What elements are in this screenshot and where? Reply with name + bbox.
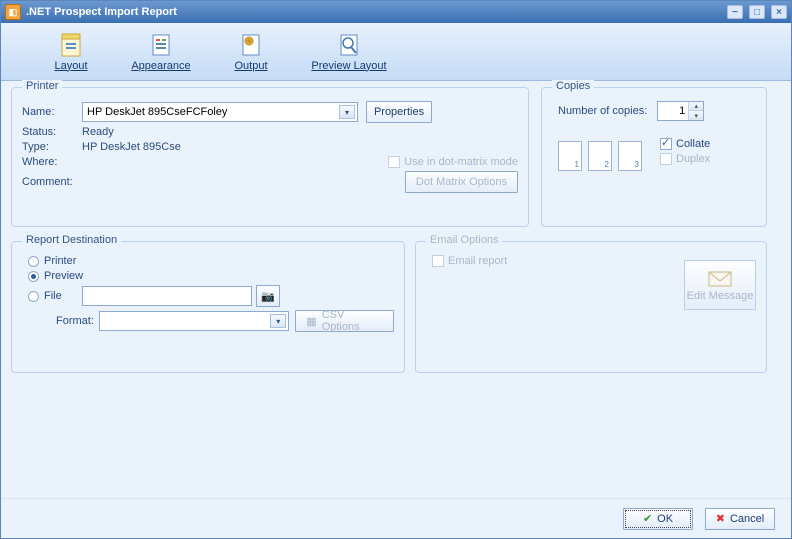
num-copies-label: Number of copies: bbox=[558, 105, 647, 117]
window-frame: ◧ .NET Prospect Import Report − □ × Layo… bbox=[0, 0, 792, 539]
email-report-label: Email report bbox=[448, 255, 507, 267]
dotmatrix-label: Use in dot-matrix mode bbox=[404, 156, 518, 168]
spin-down[interactable]: ▾ bbox=[689, 111, 703, 120]
where-label: Where: bbox=[22, 156, 82, 168]
toolbar-label: Output bbox=[234, 60, 267, 72]
output-icon bbox=[239, 32, 263, 58]
cancel-button[interactable]: ✖ Cancel bbox=[705, 508, 775, 530]
dest-preview-radio[interactable] bbox=[28, 271, 39, 282]
collate-checkbox[interactable] bbox=[660, 138, 672, 150]
destination-legend: Report Destination bbox=[22, 234, 121, 246]
collate-label: Collate bbox=[676, 138, 710, 150]
app-icon: ◧ bbox=[5, 4, 21, 20]
minimize-button[interactable]: − bbox=[727, 5, 743, 19]
format-combo[interactable]: ▾ bbox=[99, 311, 290, 331]
toolbar-label: Preview Layout bbox=[311, 60, 386, 72]
toolbar-appearance[interactable]: Appearance bbox=[125, 32, 197, 72]
dest-file-input[interactable] bbox=[82, 286, 252, 306]
email-report-checkbox bbox=[432, 255, 444, 267]
collate-illustration: 1 2 3 bbox=[558, 141, 642, 171]
dotmatrix-checkbox bbox=[388, 156, 400, 168]
toolbar-output[interactable]: Output bbox=[215, 32, 287, 72]
printer-name-value: HP DeskJet 895CseFCFoley bbox=[87, 106, 227, 118]
window-title: .NET Prospect Import Report bbox=[26, 6, 177, 18]
name-label: Name: bbox=[22, 106, 82, 118]
browse-file-button[interactable]: 📷 bbox=[256, 285, 280, 307]
spin-up[interactable]: ▴ bbox=[689, 102, 703, 111]
printer-group: Printer Name: HP DeskJet 895CseFCFoley ▾… bbox=[11, 87, 529, 227]
titlebar[interactable]: ◧ .NET Prospect Import Report − □ × bbox=[1, 1, 791, 23]
body: Printer Name: HP DeskJet 895CseFCFoley ▾… bbox=[1, 81, 791, 498]
format-label: Format: bbox=[56, 315, 99, 327]
ok-button[interactable]: ✔ OK bbox=[623, 508, 693, 530]
maximize-button[interactable]: □ bbox=[749, 5, 765, 19]
printer-legend: Printer bbox=[22, 80, 62, 92]
duplex-checkbox bbox=[660, 153, 672, 165]
layout-icon bbox=[59, 32, 83, 58]
folder-icon: 📷 bbox=[261, 290, 275, 303]
type-label: Type: bbox=[22, 141, 82, 153]
dest-printer-radio[interactable] bbox=[28, 256, 39, 267]
destination-group: Report Destination Printer Preview File … bbox=[11, 241, 405, 373]
x-icon: ✖ bbox=[716, 512, 725, 525]
chevron-down-icon[interactable]: ▾ bbox=[270, 314, 286, 328]
num-copies-spinner[interactable]: ▴ ▾ bbox=[657, 101, 704, 121]
close-button[interactable]: × bbox=[771, 5, 787, 19]
email-group: Email Options Email report Edit Message bbox=[415, 241, 767, 373]
status-label: Status: bbox=[22, 126, 82, 138]
email-legend: Email Options bbox=[426, 234, 502, 246]
toolbar: Layout Appearance Output Preview Layout bbox=[1, 23, 791, 81]
dest-preview-label: Preview bbox=[44, 270, 83, 282]
footer: ✔ OK ✖ Cancel bbox=[1, 498, 791, 538]
envelope-icon bbox=[708, 269, 732, 287]
duplex-label: Duplex bbox=[676, 153, 710, 165]
csv-icon: ▦ bbox=[306, 315, 316, 328]
dest-file-label: File bbox=[44, 290, 82, 302]
comment-label: Comment: bbox=[22, 176, 82, 188]
dotmatrix-options-button: Dot Matrix Options bbox=[405, 171, 518, 193]
printer-name-combo[interactable]: HP DeskJet 895CseFCFoley ▾ bbox=[82, 102, 358, 122]
properties-button[interactable]: Properties bbox=[366, 101, 432, 123]
toolbar-preview-layout[interactable]: Preview Layout bbox=[305, 32, 393, 72]
num-copies-input[interactable] bbox=[658, 102, 688, 120]
appearance-icon bbox=[149, 32, 173, 58]
toolbar-layout[interactable]: Layout bbox=[35, 32, 107, 72]
edit-message-button: Edit Message bbox=[684, 260, 756, 310]
toolbar-label: Layout bbox=[54, 60, 87, 72]
dest-file-radio[interactable] bbox=[28, 291, 39, 302]
type-value: HP DeskJet 895Cse bbox=[82, 141, 181, 153]
toolbar-label: Appearance bbox=[131, 60, 190, 72]
chevron-down-icon[interactable]: ▾ bbox=[339, 105, 355, 119]
dest-printer-label: Printer bbox=[44, 255, 76, 267]
copies-group: Copies Number of copies: ▴ ▾ 1 2 3 bbox=[541, 87, 767, 227]
preview-icon bbox=[337, 32, 361, 58]
csv-options-button: ▦ CSV Options bbox=[295, 310, 394, 332]
copies-legend: Copies bbox=[552, 80, 594, 92]
status-value: Ready bbox=[82, 126, 114, 138]
check-icon: ✔ bbox=[643, 512, 652, 525]
